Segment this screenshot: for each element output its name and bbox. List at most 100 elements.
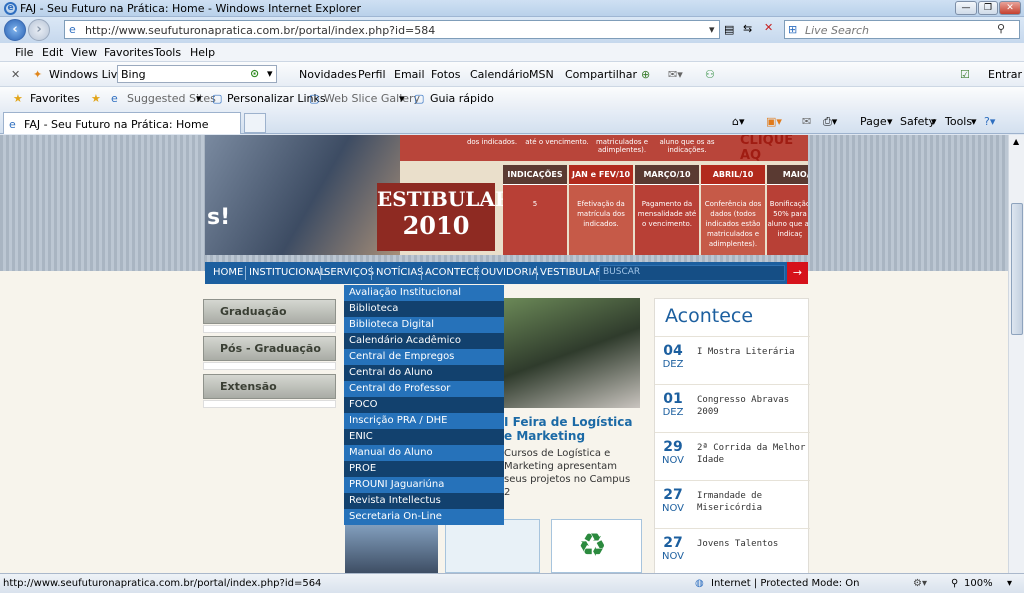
live-link-email[interactable]: Email [394,68,425,81]
nav-ouvidoria[interactable]: OUVIDORIA [481,267,538,278]
print-icon[interactable]: ⎙▾ [823,115,837,129]
nav-servicos[interactable]: SERVIÇOS [324,267,374,278]
services-item[interactable]: Central de Empregos [344,349,504,365]
news-title[interactable]: I Feira de Logística e Marketing [504,415,639,443]
share-icon[interactable]: ⊕ [641,68,650,81]
zoom-level[interactable]: 100% [964,578,993,589]
thumb-recycle[interactable]: ♻ [551,519,642,573]
scroll-thumb[interactable] [1011,203,1023,335]
services-item[interactable]: Inscrição PRA / DHE [344,413,504,429]
page-menu[interactable]: Page [860,115,887,128]
bing-search-input[interactable]: Bing ⊙ ▾ [117,65,277,83]
refresh-icon[interactable]: ⇆ [743,22,752,35]
fav-suggested-sites[interactable]: Suggested Sites [127,92,216,105]
safety-menu[interactable]: Safety [900,115,935,128]
sidebar-extensao[interactable]: Extensão [203,374,336,399]
bing-go-icon[interactable]: ⊙ [250,67,259,80]
home-icon[interactable]: ⌂▾ [732,115,745,128]
services-item[interactable]: Central do Professor [344,381,504,397]
nav-institucional[interactable]: INSTITUCIONAL [249,267,326,278]
add-favorite-icon[interactable]: ★ [91,92,101,105]
fav-web-slice-gallery[interactable]: Web Slice Gallery [324,92,420,105]
signin-link[interactable]: Entrar [988,68,1022,81]
menu-file[interactable]: File [15,46,33,59]
services-item[interactable]: Manual do Aluno [344,445,504,461]
services-item[interactable]: Calendário Acadêmico [344,333,504,349]
event-item[interactable]: 01 DEZ Congresso Abravas 2009 [655,384,810,432]
vertical-scrollbar[interactable]: ▲ [1008,135,1024,573]
minimize-button[interactable]: — [955,1,977,15]
fav-guia-rapido[interactable]: Guia rápido [430,92,494,105]
close-window-button[interactable]: ✕ [999,1,1021,15]
fav-web-slice-dropdown-icon[interactable]: ▾ [399,92,405,105]
windows-live-brand[interactable]: Windows Live [49,68,124,81]
banner[interactable]: s! dos indicados. até o vencimento. matr… [205,135,808,255]
services-item[interactable]: Biblioteca [344,301,504,317]
tab-faj-home[interactable]: e FAJ - Seu Futuro na Prática: Home [3,112,241,134]
live-link-compartilhar[interactable]: Compartilhar [565,68,637,81]
live-link-perfil[interactable]: Perfil [358,68,386,81]
stop-icon[interactable]: ✕ [764,21,773,34]
zoom-dropdown-icon[interactable]: ▾ [1007,578,1012,589]
messenger-icon[interactable]: ⚇ [705,68,715,81]
live-link-msn[interactable]: MSN [529,68,554,81]
search-box[interactable]: ⊞ Live Search ⚲ [784,20,1020,39]
nav-vestibular[interactable]: VESTIBULAR [540,267,602,278]
services-item[interactable]: Secretaria On-Line [344,509,504,525]
services-item[interactable]: PROUNI Jaguariúna [344,477,504,493]
services-item[interactable]: FOCO [344,397,504,413]
bing-dropdown-icon[interactable]: ▾ [267,67,273,80]
event-item[interactable]: 04 DEZ I Mostra Literária [655,336,810,384]
sidebar-pos-graduacao[interactable]: Pós - Graduação [203,336,336,361]
site-search-input[interactable]: BUSCAR [599,265,785,281]
compatibility-icon[interactable]: ▤ [724,23,734,36]
nav-noticias[interactable]: NOTÍCIAS [376,267,424,278]
favorites-button[interactable]: Favorites [30,92,80,105]
event-item[interactable]: 29 NOV 2ª Corrida da Melhor Idade [655,432,810,480]
event-item[interactable]: 27 NOV Irmandade de Misericórdia [655,480,810,528]
services-item[interactable]: Biblioteca Digital [344,317,504,333]
live-link-novidades[interactable]: Novidades [299,68,357,81]
event-item[interactable]: 27 NOV Jovens Talentos [655,528,810,573]
feeds-icon[interactable]: ▣▾ [766,115,782,128]
services-item[interactable]: Revista Intellectus [344,493,504,509]
services-item[interactable]: ENIC [344,429,504,445]
menu-favorites[interactable]: Favorites [104,46,154,59]
close-toolbar-icon[interactable]: ✕ [11,68,20,81]
services-item[interactable]: Central do Aluno [344,365,504,381]
menu-edit[interactable]: Edit [42,46,63,59]
tools-menu-arrow-icon[interactable]: ▾ [971,115,977,128]
fav-suggested-dropdown-icon[interactable]: ▾ [196,92,202,105]
address-bar[interactable]: e http://www.seufuturonapratica.com.br/p… [64,20,720,39]
zoom-icon[interactable]: ⚲ [951,578,958,589]
services-item[interactable]: Avaliação Institucional [344,285,504,301]
menu-help[interactable]: Help [190,46,215,59]
sidebar-graduacao[interactable]: Graduação [203,299,336,324]
address-dropdown-icon[interactable]: ▾ [709,23,715,36]
menu-view[interactable]: View [71,46,97,59]
protected-mode-icon[interactable]: ⚙▾ [913,578,927,589]
safety-menu-arrow-icon[interactable]: ▾ [931,115,937,128]
search-magnifier-icon[interactable]: ⚲ [997,22,1005,35]
read-mail-icon[interactable]: ✉ [802,115,811,128]
back-button[interactable]: ‹ [4,19,26,41]
live-link-calendario[interactable]: Calendário [470,68,529,81]
nav-acontece[interactable]: ACONTECE [425,267,480,278]
news-photo[interactable] [500,298,640,408]
help-icon[interactable]: ?▾ [984,115,995,128]
page-menu-arrow-icon[interactable]: ▾ [887,115,893,128]
forward-button[interactable]: › [28,19,50,41]
new-tab-button[interactable] [244,113,266,133]
live-link-fotos[interactable]: Fotos [431,68,460,81]
restore-button[interactable]: ❐ [978,1,998,15]
nav-home[interactable]: HOME [213,267,243,278]
clique-aqui-label[interactable]: CLIQUE AQ [740,135,808,163]
scroll-up-icon[interactable]: ▲ [1013,137,1019,146]
menu-tools[interactable]: Tools [154,46,181,59]
services-item[interactable]: PROE [344,461,504,477]
site-search-button[interactable]: → [787,262,808,284]
thumb-auditorium[interactable] [345,519,438,573]
thumb-students[interactable] [445,519,540,573]
mail-icon[interactable]: ✉▾ [668,68,683,81]
tools-menu[interactable]: Tools [945,115,972,128]
